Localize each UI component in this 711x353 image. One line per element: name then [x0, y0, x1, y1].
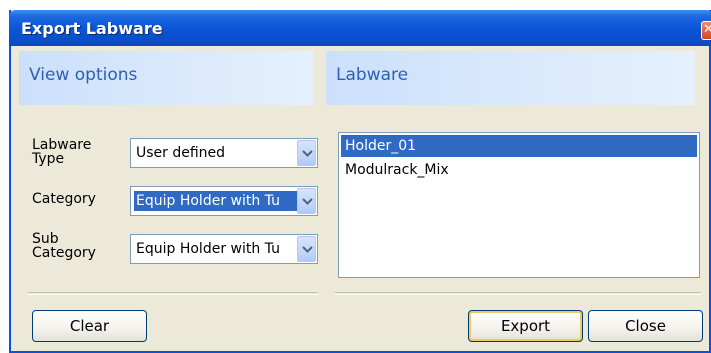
sub-category-label: Sub Category	[32, 231, 96, 261]
chevron-down-icon[interactable]	[297, 140, 316, 166]
sub-category-select[interactable]: Equip Holder with Tu	[130, 234, 318, 264]
view-options-header: View options	[19, 51, 313, 105]
clear-button[interactable]: Clear	[32, 310, 147, 342]
sub-category-value: Equip Holder with Tu	[136, 241, 280, 257]
title-bar[interactable]: Export Labware ✕	[9, 10, 711, 46]
category-select[interactable]: Equip Holder with Tu	[130, 186, 318, 216]
list-item[interactable]: Modulrack_Mix	[341, 159, 697, 181]
category-value: Equip Holder with Tu	[134, 191, 298, 211]
close-icon[interactable]: ✕	[701, 21, 711, 40]
labware-type-value: User defined	[136, 145, 226, 161]
window-title: Export Labware	[21, 19, 163, 38]
chevron-down-icon[interactable]	[297, 188, 316, 214]
close-button[interactable]: Close	[588, 310, 703, 342]
labware-list[interactable]: Holder_01 Modulrack_Mix	[338, 132, 700, 278]
chevron-down-icon[interactable]	[297, 236, 316, 262]
list-item[interactable]: Holder_01	[341, 135, 697, 157]
labware-header: Labware	[326, 51, 695, 105]
divider	[335, 292, 701, 295]
labware-type-select[interactable]: User defined	[130, 138, 318, 168]
export-button[interactable]: Export	[468, 310, 583, 342]
divider	[28, 292, 318, 295]
category-label: Category	[32, 191, 96, 207]
labware-type-label: Labware Type	[32, 137, 92, 167]
